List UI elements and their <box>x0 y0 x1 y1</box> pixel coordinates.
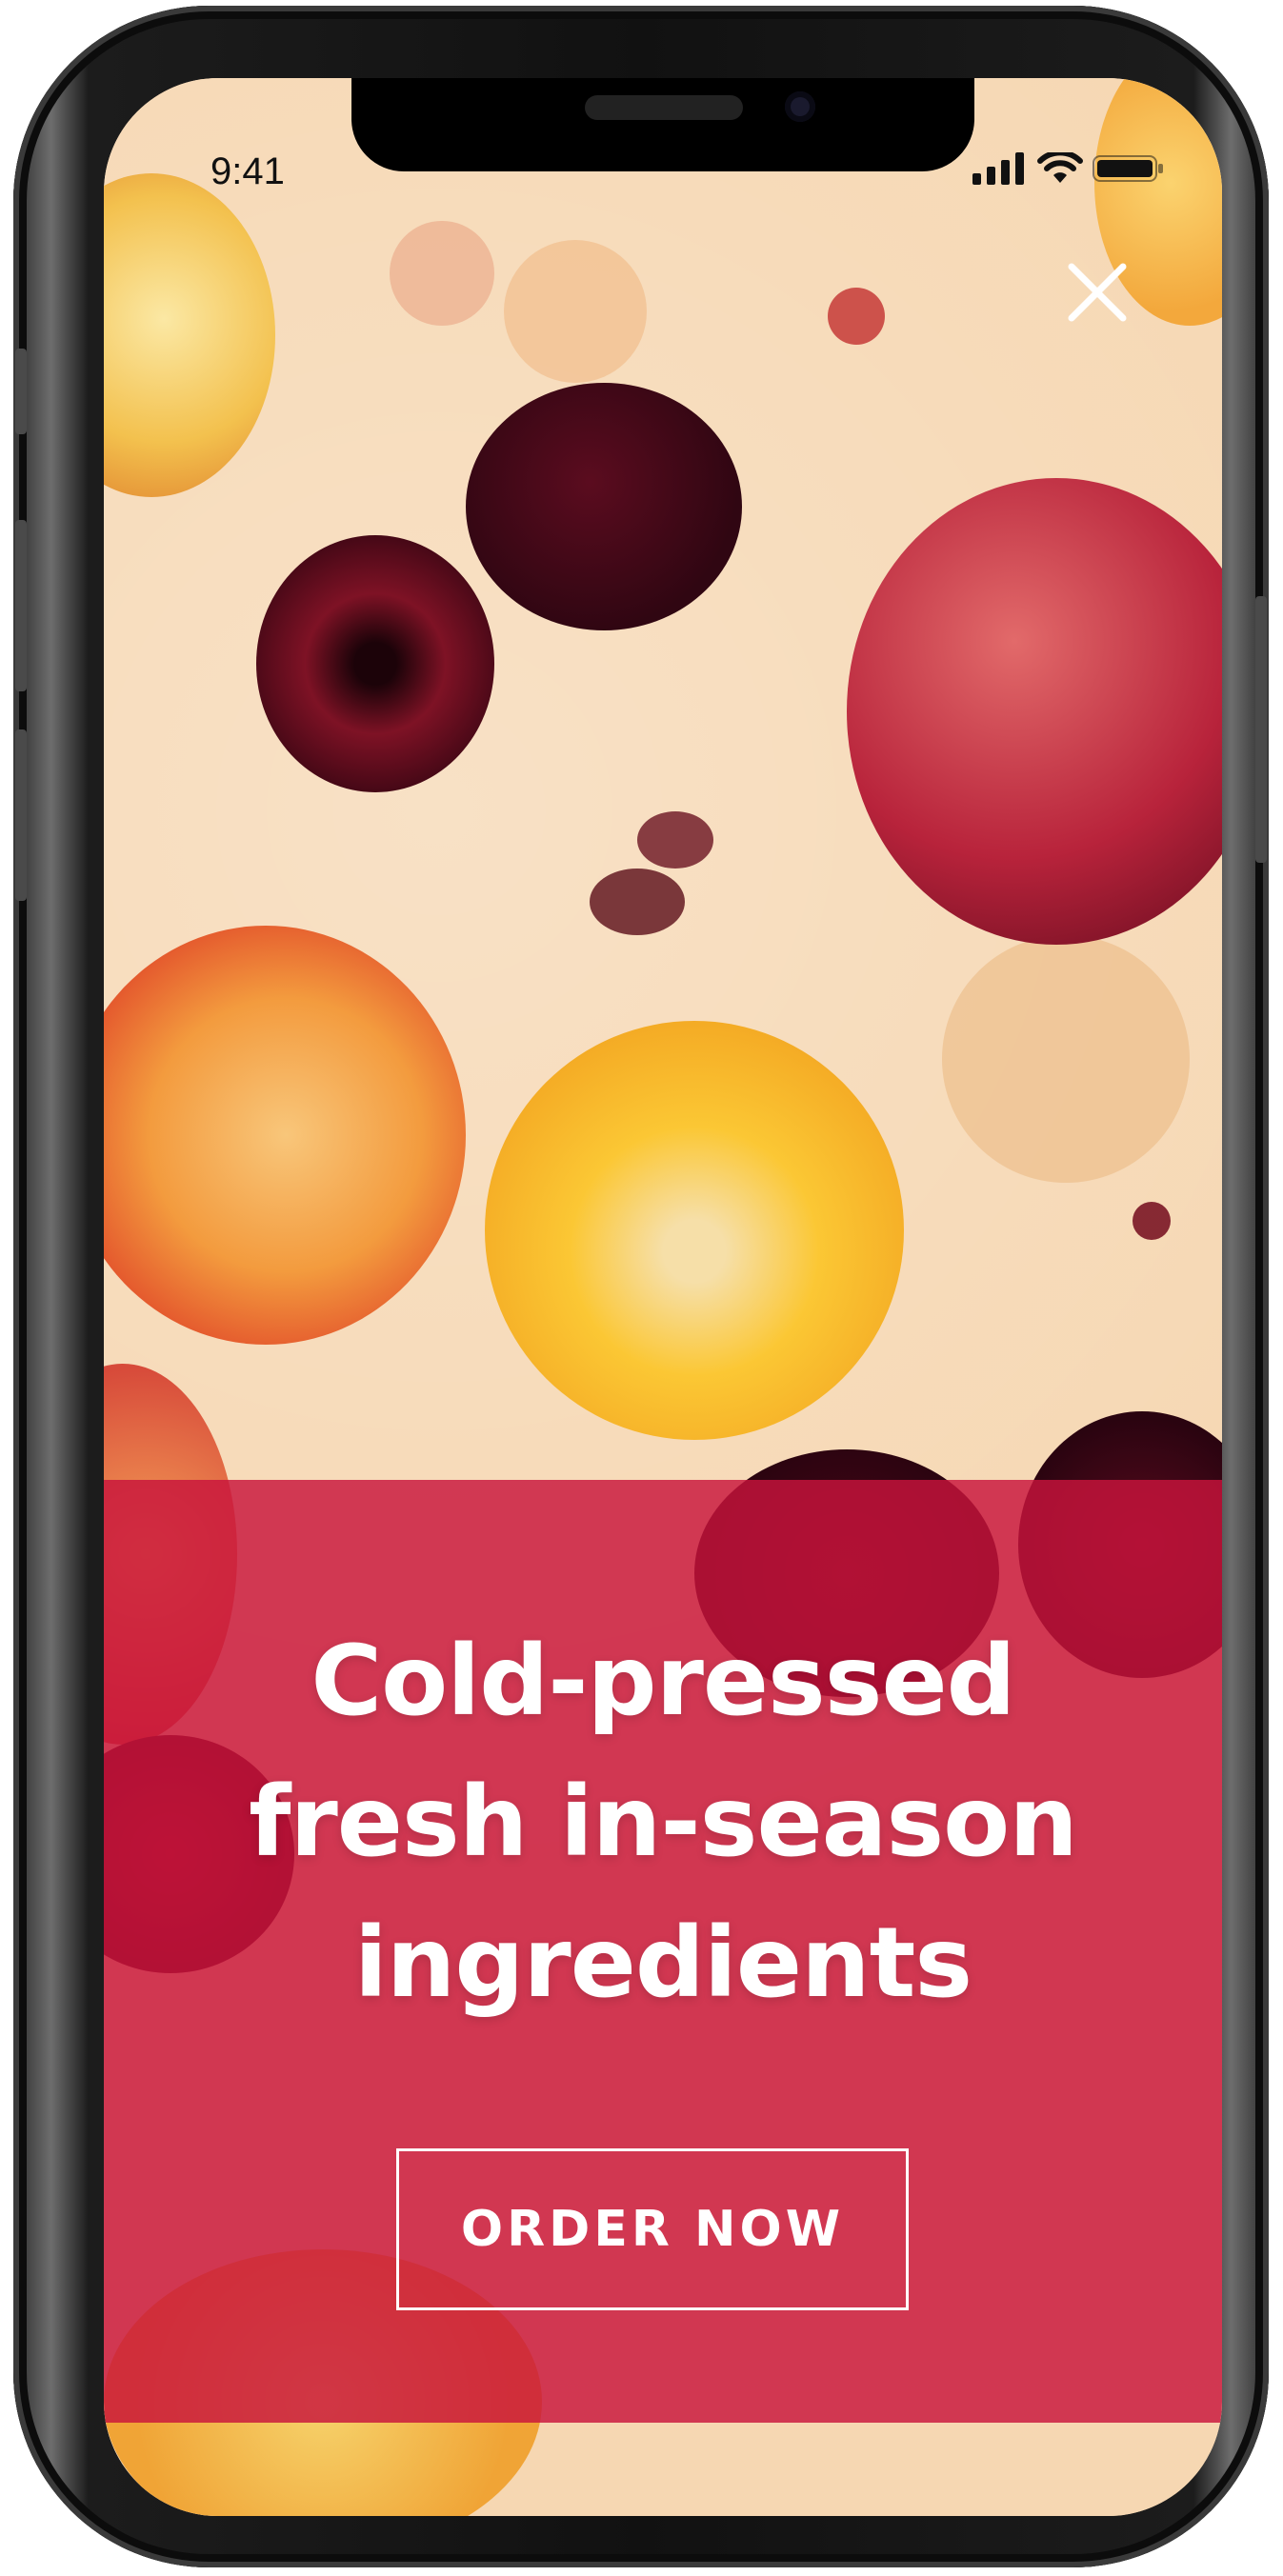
order-now-button[interactable]: ORDER NOW <box>396 2148 909 2310</box>
speaker-grille <box>585 95 743 120</box>
headline-line-3: ingredients <box>353 1907 972 2020</box>
battery-icon <box>1093 155 1163 182</box>
headline-line-1: Cold-pressed <box>311 1625 1015 1738</box>
promo-headline: Cold-pressed fresh in-season ingredients <box>104 1611 1222 2034</box>
phone-screen: 9:41 Cold-pressed fresh in-season ingred… <box>104 78 1222 2516</box>
power-button <box>1255 596 1267 863</box>
front-camera <box>785 91 815 122</box>
headline-line-2: fresh in-season <box>249 1766 1078 1879</box>
volume-down-button <box>15 729 27 901</box>
device-notch <box>351 78 974 171</box>
volume-up-button <box>15 520 27 691</box>
signal-icon <box>972 152 1024 185</box>
close-icon[interactable] <box>1064 259 1131 326</box>
wifi-icon <box>1037 152 1083 183</box>
status-time: 9:41 <box>210 150 285 192</box>
phone-frame: 9:41 Cold-pressed fresh in-season ingred… <box>13 6 1269 2567</box>
silent-switch <box>15 349 27 434</box>
status-icons <box>972 152 1165 185</box>
